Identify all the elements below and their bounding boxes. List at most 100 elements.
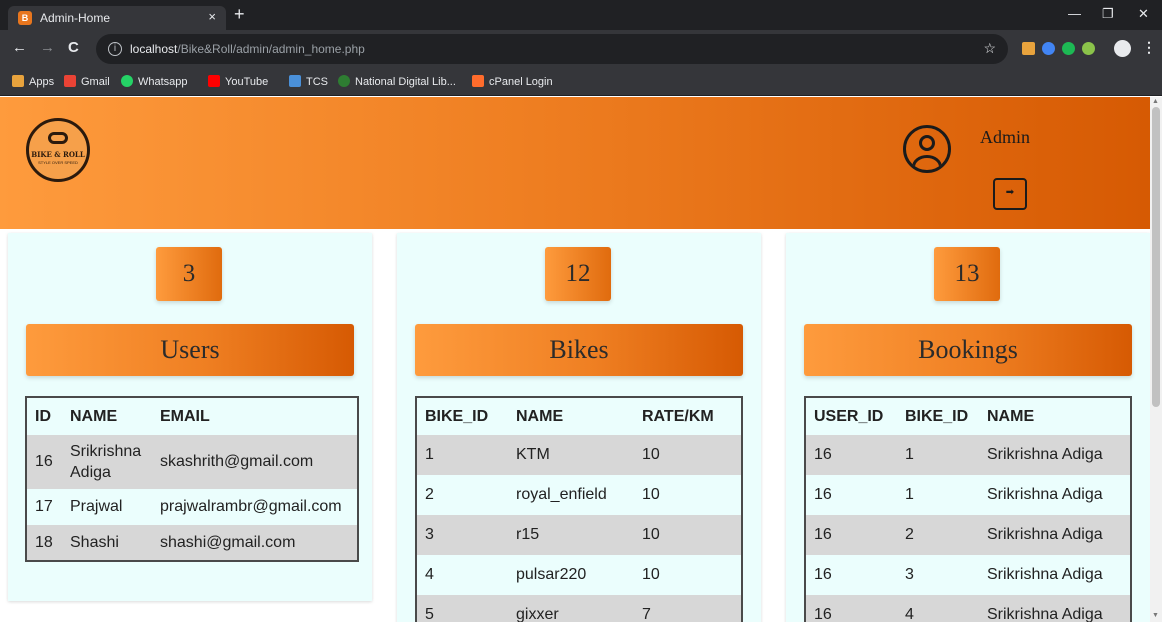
bookmark-tcs[interactable]: TCS: [289, 75, 328, 88]
restore-icon[interactable]: ❐: [1102, 6, 1114, 22]
users-table: ID NAME EMAIL 16 Srikrishna Adiga skashr…: [25, 396, 359, 562]
page-scrollbar[interactable]: ▲ ▼: [1150, 97, 1162, 622]
reload-icon[interactable]: C: [68, 39, 79, 57]
bookings-count: 13: [934, 247, 1000, 301]
table-cell: 16: [805, 595, 897, 622]
column-header: NAME: [979, 397, 1131, 435]
column-header: RATE/KM: [634, 397, 742, 435]
table-cell: 10: [634, 515, 742, 555]
table-cell: 7: [634, 595, 742, 622]
table-header-row: ID NAME EMAIL: [26, 397, 358, 435]
page-content: BIKE & ROLL STYLE OVER SPEED Admin ➡ 3 U…: [0, 97, 1150, 622]
bookmark-cpanel[interactable]: cPanel Login: [472, 75, 553, 88]
table-row: 5 gixxer 7: [416, 595, 742, 622]
table-row: 16 1 Srikrishna Adiga: [805, 475, 1131, 515]
table-row: 16 3 Srikrishna Adiga: [805, 555, 1131, 595]
apps-icon: [12, 75, 24, 87]
table-cell: 3: [897, 555, 979, 595]
table-cell: Shashi: [62, 525, 152, 561]
bookings-table: USER_ID BIKE_ID NAME 16 1 Srikrishna Adi…: [804, 396, 1132, 622]
table-cell: 4: [416, 555, 508, 595]
bookmarks-bar: Apps Gmail Whatsapp YouTube TCS National…: [0, 68, 1162, 96]
youtube-icon: [208, 75, 220, 87]
table-cell: Srikrishna Adiga: [979, 555, 1131, 595]
window-close-icon[interactable]: ✕: [1138, 6, 1149, 22]
users-count: 3: [156, 247, 222, 301]
table-cell: 16: [805, 515, 897, 555]
extension-icon[interactable]: [1042, 42, 1055, 55]
table-row: 3 r15 10: [416, 515, 742, 555]
extension-icon[interactable]: [1062, 42, 1075, 55]
table-cell: 3: [416, 515, 508, 555]
extension-icon[interactable]: [1082, 42, 1095, 55]
table-cell: 1: [897, 475, 979, 515]
table-header-row: BIKE_ID NAME RATE/KM: [416, 397, 742, 435]
table-cell: skashrith@gmail.com: [152, 435, 358, 489]
bikes-title: Bikes: [415, 324, 743, 376]
table-cell: 16: [805, 475, 897, 515]
bookmark-apps[interactable]: Apps: [12, 75, 54, 88]
table-header-row: USER_ID BIKE_ID NAME: [805, 397, 1131, 435]
table-cell: 4: [897, 595, 979, 622]
back-icon[interactable]: ←: [12, 39, 27, 57]
bikes-table: BIKE_ID NAME RATE/KM 1 KTM 10 2 royal_en…: [415, 396, 743, 622]
new-tab-button[interactable]: +: [234, 5, 245, 23]
bike-and-roll-logo[interactable]: BIKE & ROLL STYLE OVER SPEED: [26, 118, 90, 182]
admin-name: Admin: [980, 127, 1031, 147]
table-cell: 1: [897, 435, 979, 475]
column-header: BIKE_ID: [416, 397, 508, 435]
table-cell: 2: [897, 515, 979, 555]
browser-tab[interactable]: B Admin-Home ×: [8, 6, 226, 30]
table-row: 18 Shashi shashi@gmail.com: [26, 525, 358, 561]
table-cell: gixxer: [508, 595, 634, 622]
site-header: BIKE & ROLL STYLE OVER SPEED Admin ➡: [0, 97, 1150, 229]
tab-title: Admin-Home: [40, 11, 111, 25]
browser-menu-icon[interactable]: ⋮: [1142, 39, 1156, 56]
browser-tab-bar: B Admin-Home × + — ❐ ✕: [0, 0, 1162, 30]
bookmark-national-digital-library[interactable]: National Digital Lib...: [338, 75, 456, 88]
user-avatar-icon: [903, 125, 951, 173]
tab-close-icon[interactable]: ×: [208, 9, 216, 24]
forward-icon[interactable]: →: [40, 39, 55, 57]
bookmark-gmail[interactable]: Gmail: [64, 75, 110, 88]
users-card: 3 Users ID NAME EMAIL 16 Srikrishna Adig…: [8, 233, 372, 601]
table-cell: 16: [805, 555, 897, 595]
ndl-icon: [338, 75, 350, 87]
table-cell: Srikrishna Adiga: [979, 435, 1131, 475]
table-cell: Srikrishna Adiga: [62, 435, 152, 489]
scroll-thumb[interactable]: [1152, 107, 1160, 407]
scroll-up-icon[interactable]: ▲: [1152, 98, 1159, 105]
table-row: 16 Srikrishna Adiga skashrith@gmail.com: [26, 435, 358, 489]
table-cell: 10: [634, 435, 742, 475]
profile-avatar-icon[interactable]: [1114, 40, 1131, 57]
table-cell: 17: [26, 489, 62, 525]
table-cell: 16: [26, 435, 62, 489]
extension-icon[interactable]: [1022, 42, 1035, 55]
bookings-title: Bookings: [804, 324, 1132, 376]
table-cell: 1: [416, 435, 508, 475]
bookmark-youtube[interactable]: YouTube: [208, 75, 268, 88]
bikes-count: 12: [545, 247, 611, 301]
table-cell: prajwalrambr@gmail.com: [152, 489, 358, 525]
column-header: NAME: [62, 397, 152, 435]
site-favicon-icon: B: [18, 11, 32, 25]
minimize-icon[interactable]: —: [1068, 6, 1081, 21]
bookings-card: 13 Bookings USER_ID BIKE_ID NAME 16 1 Sr…: [786, 233, 1150, 622]
bookmark-whatsapp[interactable]: Whatsapp: [121, 75, 188, 88]
url-text: localhost/Bike&Roll/admin/admin_home.php: [130, 42, 365, 56]
logout-button[interactable]: ➡: [993, 178, 1027, 210]
address-bar[interactable]: i localhost/Bike&Roll/admin/admin_home.p…: [96, 34, 1008, 64]
table-cell: Srikrishna Adiga: [979, 595, 1131, 622]
table-cell: Prajwal: [62, 489, 152, 525]
scroll-down-icon[interactable]: ▼: [1152, 612, 1159, 619]
sign-out-icon: ➡: [1005, 187, 1015, 198]
table-row: 4 pulsar220 10: [416, 555, 742, 595]
users-title: Users: [26, 324, 354, 376]
table-cell: r15: [508, 515, 634, 555]
browser-toolbar: ← → C i localhost/Bike&Roll/admin/admin_…: [0, 30, 1162, 68]
table-cell: 16: [805, 435, 897, 475]
table-cell: 5: [416, 595, 508, 622]
column-header: BIKE_ID: [897, 397, 979, 435]
site-info-icon[interactable]: i: [108, 42, 122, 56]
bookmark-star-icon[interactable]: ☆: [983, 40, 996, 57]
